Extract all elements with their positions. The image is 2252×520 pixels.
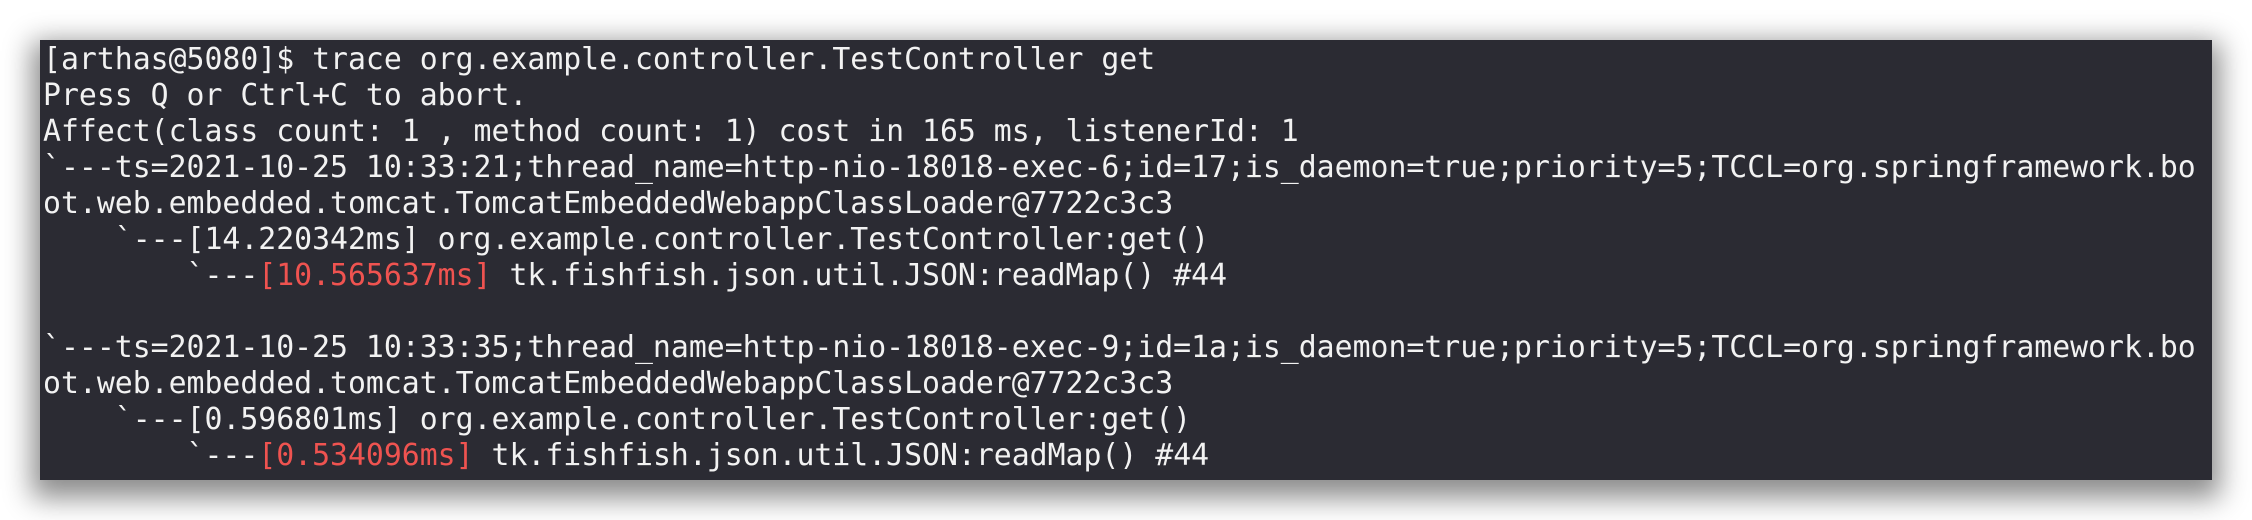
trace-method-line-2: `---[0.596801ms] org.example.controller.… [43, 402, 1192, 437]
affect-summary-line: Affect(class count: 1 , method count: 1)… [43, 114, 1299, 149]
command-line: [arthas@5080]$ trace org.example.control… [43, 42, 1156, 77]
trace-submethod-line-1: `---[10.565637ms] tk.fishfish.json.util.… [43, 258, 2212, 294]
tree-prefix: `--- [43, 258, 259, 293]
trace-header-line-2a: `---ts=2021-10-25 10:33:35;thread_name=h… [43, 330, 2196, 365]
timing-highlight: [0.534096ms] [258, 438, 474, 473]
trace-header-line-2b: ot.web.embedded.tomcat.TomcatEmbeddedWeb… [43, 366, 1174, 401]
submethod-call: tk.fishfish.json.util.JSON:readMap() #44 [491, 258, 1228, 293]
timing-highlight: [10.565637ms] [258, 258, 492, 293]
trace-header-line-1b: ot.web.embedded.tomcat.TomcatEmbeddedWeb… [43, 186, 1174, 221]
tree-prefix: `--- [43, 438, 259, 473]
terminal-window[interactable]: [arthas@5080]$ trace org.example.control… [40, 40, 2212, 480]
trace-method-line-1: `---[14.220342ms] org.example.controller… [43, 222, 1210, 257]
abort-hint-line: Press Q or Ctrl+C to abort. [43, 78, 528, 113]
trace-header-line-1a: `---ts=2021-10-25 10:33:21;thread_name=h… [43, 150, 2196, 185]
submethod-call: tk.fishfish.json.util.JSON:readMap() #44 [473, 438, 1210, 473]
trace-submethod-line-2: `---[0.534096ms] tk.fishfish.json.util.J… [43, 438, 2212, 474]
